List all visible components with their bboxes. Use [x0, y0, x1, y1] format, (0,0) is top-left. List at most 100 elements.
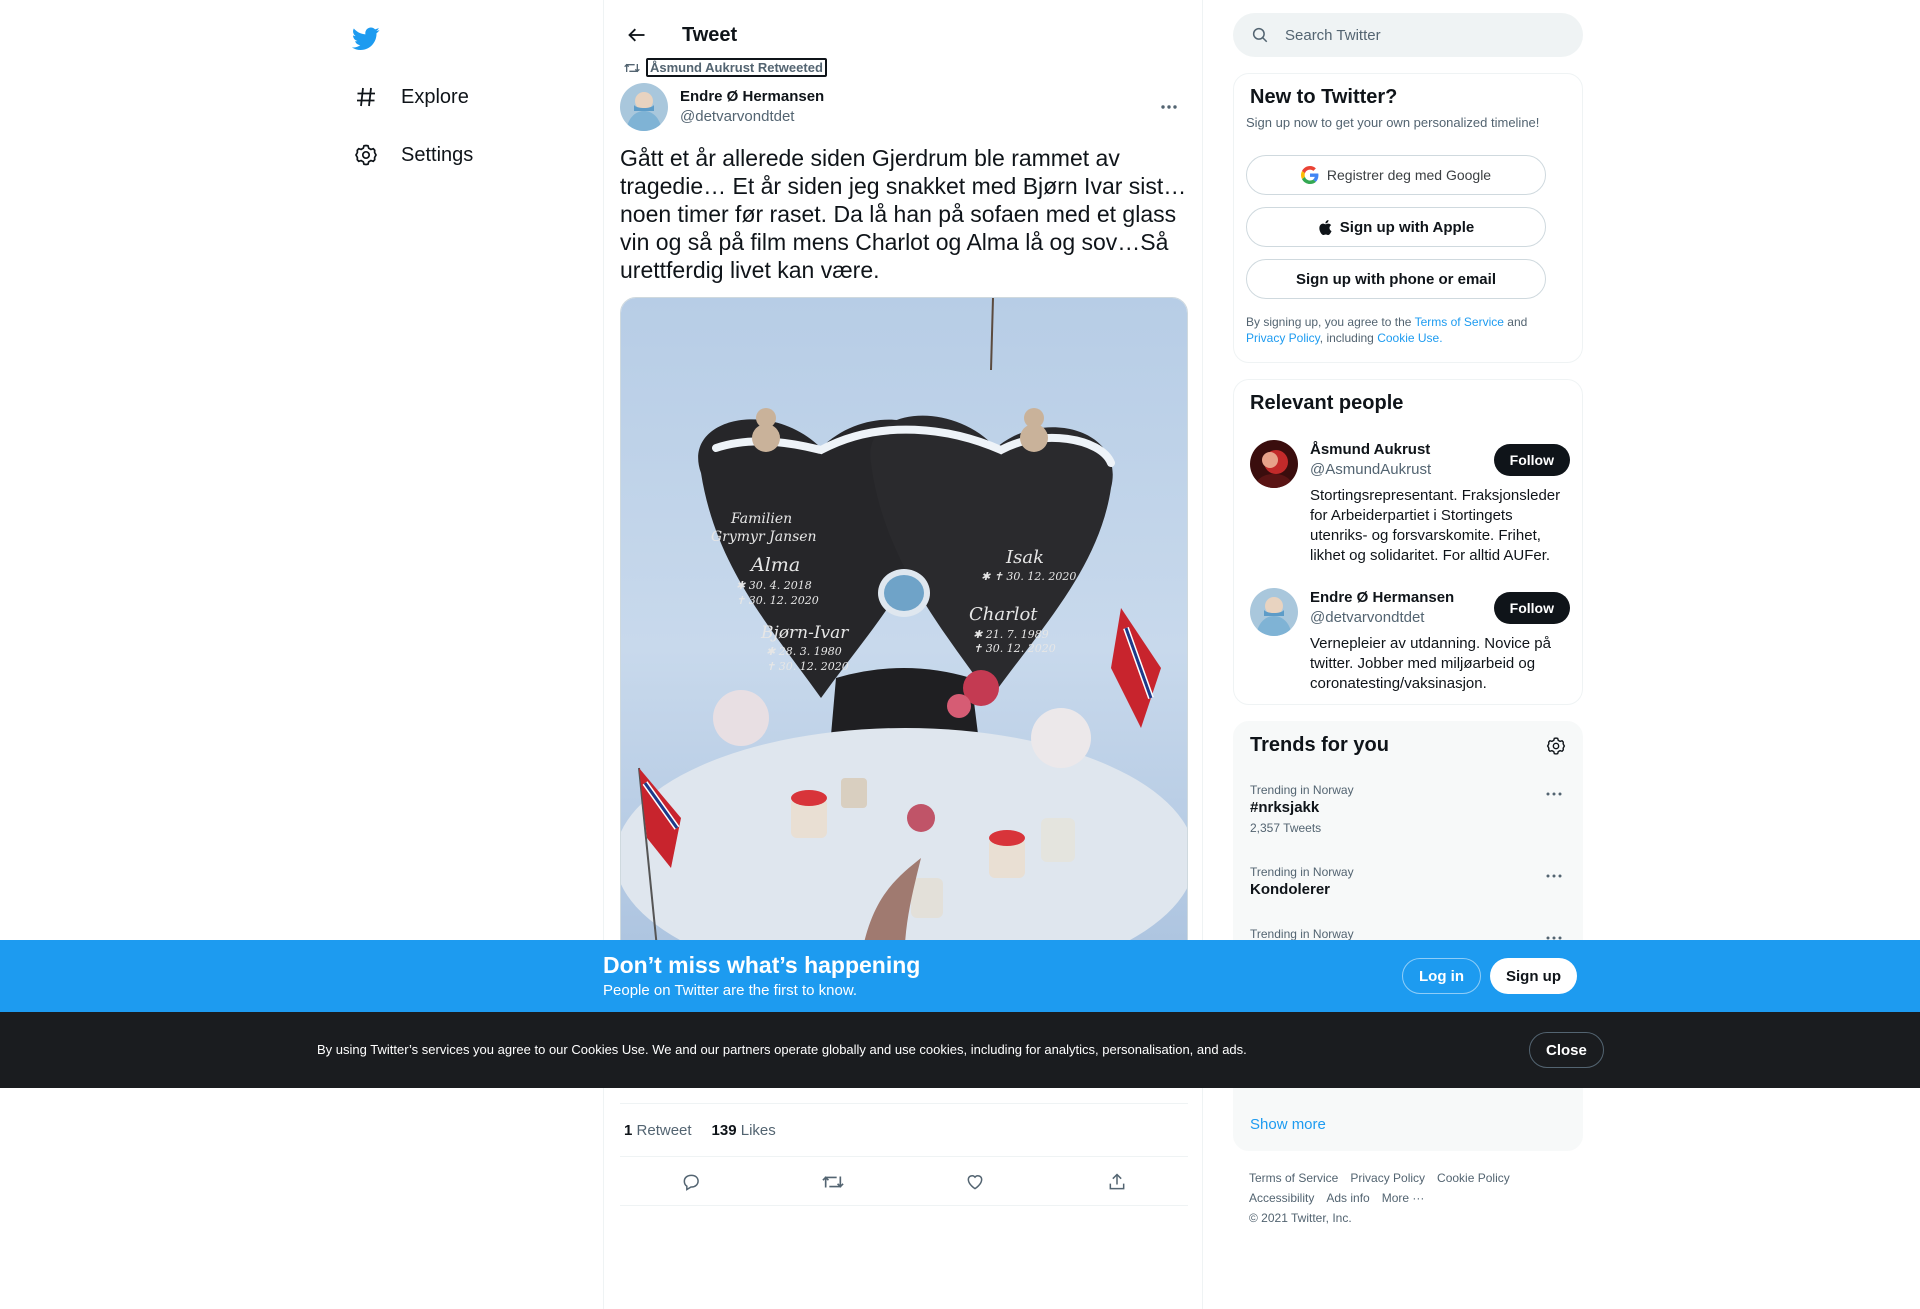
reply-icon — [683, 1174, 699, 1191]
retweets-label: Retweet — [636, 1121, 692, 1139]
tweet-stats: 1 Retweet 139 Likes — [620, 1103, 1188, 1157]
tweet-author: Endre Ø Hermansen @detvarvondtdet — [620, 82, 1186, 132]
gear-icon — [343, 132, 389, 178]
footer-link[interactable]: Cookie Policy — [1437, 1168, 1510, 1188]
trend-name: #nrksjakk — [1250, 799, 1320, 816]
signup-prompt-subtitle: People on Twitter are the first to know. — [603, 982, 858, 999]
person-name[interactable]: Åsmund Aukrust — [1310, 440, 1510, 460]
nav-explore-label: Explore — [401, 85, 469, 108]
retweet-button[interactable] — [814, 1163, 852, 1201]
hashtag-icon — [343, 74, 389, 120]
tweet-text: Gått et år allerede siden Gjerdrum ble r… — [620, 145, 1187, 283]
more-dots-icon — [1546, 874, 1562, 878]
avatar[interactable] — [1250, 588, 1298, 636]
signup-terms: By signing up, you agree to the Terms of… — [1246, 314, 1566, 346]
nav-explore[interactable]: Explore — [343, 72, 583, 122]
grave-text-family-name: Grymyr Jansen — [711, 529, 817, 545]
google-signup-button[interactable]: Registrer deg med Google — [1246, 155, 1546, 195]
cookie-consent-text: By using Twitter’s services you agree to… — [317, 1042, 1247, 1057]
cookie-use-link[interactable]: Cookie Use. — [1377, 331, 1442, 345]
person-name[interactable]: Endre Ø Hermansen — [1310, 588, 1510, 608]
more-dots-icon — [1161, 105, 1177, 109]
back-arrow-icon — [628, 28, 645, 42]
search-input[interactable] — [1285, 26, 1555, 44]
trend-meta: Trending in Norway — [1250, 865, 1354, 879]
retweets-stat[interactable]: 1 Retweet — [624, 1122, 692, 1139]
footer-link[interactable]: Ads info — [1326, 1188, 1369, 1208]
signup-prompt-title: Don’t miss what’s happening — [603, 952, 921, 978]
relevant-people-card: Relevant people Åsmund Aukrust @AsmundAu… — [1233, 379, 1583, 705]
footer-link[interactable]: Accessibility — [1249, 1188, 1314, 1208]
nav-settings[interactable]: Settings — [343, 130, 583, 180]
grave-text-charlot: Charlot — [969, 604, 1038, 625]
more-dots-icon — [1546, 792, 1562, 796]
apple-signup-label: Sign up with Apple — [1339, 218, 1475, 236]
follow-button[interactable]: Follow — [1493, 592, 1570, 624]
twitter-logo-icon[interactable] — [343, 16, 389, 62]
signup-prompt-bar: Don’t miss what’s happening People on Tw… — [0, 940, 1920, 1012]
copyright: © 2021 Twitter, Inc. — [1249, 1211, 1352, 1225]
terms-of-service-link[interactable]: Terms of Service — [1415, 315, 1504, 329]
tweet-more-button[interactable] — [1152, 90, 1186, 124]
terms-including: , including — [1319, 331, 1374, 345]
share-icon — [1109, 1172, 1125, 1189]
heart-icon — [967, 1174, 983, 1190]
person-bio: Vernepleier av utdanning. Novice på twit… — [1310, 635, 1551, 692]
trends-show-more-link[interactable]: Show more — [1250, 1116, 1326, 1133]
avatar[interactable] — [1250, 440, 1298, 488]
author-handle[interactable]: @detvarvondtdet — [680, 107, 824, 127]
relevant-people-title: Relevant people — [1250, 392, 1404, 414]
trend-more-button[interactable] — [1542, 864, 1566, 888]
left-nav: Explore Settings — [343, 16, 583, 188]
phone-email-signup-button[interactable]: Sign up with phone or email — [1246, 259, 1546, 299]
share-button[interactable] — [1098, 1163, 1136, 1201]
trends-settings-button[interactable] — [1546, 736, 1566, 756]
grave-text-alma-birth: ✱ 30. 4. 2018 — [736, 579, 812, 592]
back-button[interactable] — [620, 18, 654, 52]
tweet-actions — [620, 1158, 1188, 1206]
footer-links: Terms of Service Privacy Policy Cookie Pol… — [1249, 1168, 1569, 1228]
likes-stat[interactable]: 139 Likes — [712, 1122, 776, 1139]
follow-button[interactable]: Follow — [1493, 444, 1570, 476]
person-info: Åsmund Aukrust @AsmundAukrust — [1310, 440, 1510, 480]
person-handle[interactable]: @detvarvondtdet — [1310, 608, 1510, 628]
terms-and: and — [1507, 315, 1528, 329]
search-box[interactable] — [1233, 13, 1583, 57]
like-button[interactable] — [956, 1163, 994, 1201]
avatar[interactable] — [620, 83, 668, 131]
footer-link[interactable]: Privacy Policy — [1350, 1168, 1425, 1188]
retweets-count: 1 — [624, 1121, 633, 1139]
person-handle[interactable]: @AsmundAukrust — [1310, 460, 1510, 480]
trend-item[interactable]: Trending in Norway Kondolerer — [1250, 864, 1570, 900]
cookie-consent-bar: By using Twitter’s services you agree to… — [0, 1012, 1920, 1088]
trend-item[interactable]: Trending in Norway #nrksjakk 2,357 Tweet… — [1250, 782, 1570, 838]
grave-text-isak: Isak — [1005, 547, 1044, 568]
login-button[interactable]: Log in — [1402, 958, 1481, 994]
cookie-close-button[interactable]: Close — [1529, 1032, 1604, 1068]
grave-text-bjorn: Bjørn-Ivar — [760, 623, 849, 643]
author-names: Endre Ø Hermansen @detvarvondtdet — [680, 87, 824, 127]
footer-link[interactable]: Terms of Service — [1249, 1168, 1338, 1188]
likes-count: 139 — [711, 1121, 737, 1139]
google-signup-label: Registrer deg med Google — [1326, 167, 1492, 183]
apple-signup-button[interactable]: Sign up with Apple — [1246, 207, 1546, 247]
apple-icon — [1318, 219, 1332, 236]
google-icon — [1300, 166, 1319, 184]
privacy-policy-link[interactable]: Privacy Policy — [1246, 331, 1320, 345]
footer-more-link[interactable]: More ··· — [1382, 1188, 1425, 1208]
nav-settings-label: Settings — [401, 143, 474, 166]
trends-title: Trends for you — [1250, 734, 1389, 756]
grave-text-isak-dates: ✱ ✝ 30. 12. 2020 — [981, 570, 1076, 583]
trend-more-button[interactable] — [1542, 782, 1566, 806]
grave-text-bjorn-birth: ✱ 28. 3. 1980 — [766, 645, 842, 658]
author-name[interactable]: Endre Ø Hermansen — [680, 87, 824, 107]
retweeted-by-link[interactable]: Åsmund Aukrust Retweeted — [646, 58, 827, 77]
reply-button[interactable] — [672, 1163, 710, 1201]
grave-text-charlot-death: ✝ 30. 12. 2020 — [973, 642, 1056, 655]
signup-button[interactable]: Sign up — [1490, 958, 1577, 994]
new-to-twitter-subtitle: Sign up now to get your own personalized… — [1246, 115, 1540, 130]
person-bio: Stortingsrepresentant. Fraksjonsleder fo… — [1310, 487, 1561, 564]
tweet-photo[interactable]: Familien Grymyr Jansen Alma ✱ 30. 4. 201… — [620, 297, 1188, 997]
person-info: Endre Ø Hermansen @detvarvondtdet — [1310, 588, 1510, 628]
retweet-icon — [822, 1175, 844, 1188]
